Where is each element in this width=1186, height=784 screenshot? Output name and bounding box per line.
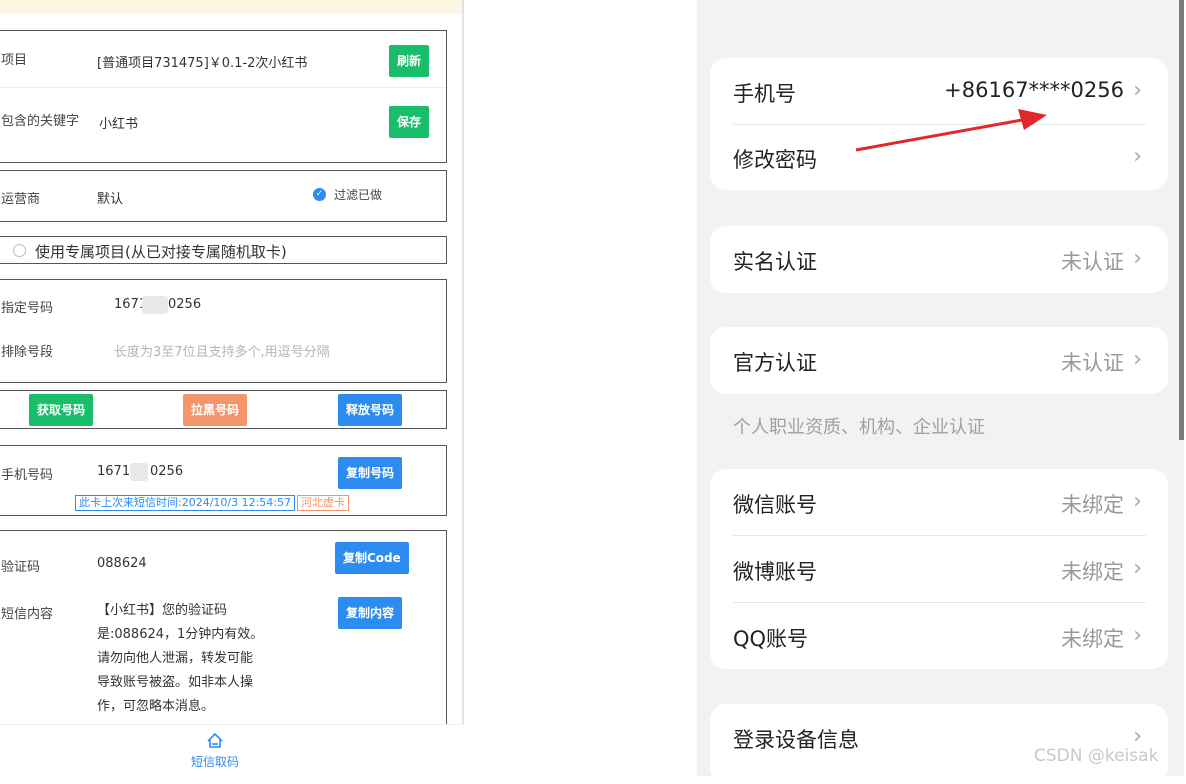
bottom-nav-label: 短信取码 — [190, 755, 239, 769]
official-note: 个人职业资质、机构、企业认证 — [733, 417, 985, 438]
specify-value-suffix[interactable]: 0256 — [168, 297, 201, 312]
official-row[interactable]: 官方认证 未认证 › — [710, 327, 1168, 394]
watermark: CSDN @keisak — [1034, 746, 1159, 766]
sms-line: 导致账号被盗。如非本人操 — [97, 675, 254, 690]
weibo-label: 微博账号 — [733, 560, 817, 584]
device-label: 登录设备信息 — [733, 728, 859, 752]
exclusive-section: 使用专属项目(从已对接专属随机取卡) — [0, 236, 447, 264]
keyword-input[interactable]: 小红书 — [99, 113, 138, 132]
wechat-row[interactable]: 微信账号 未绑定 › — [710, 469, 1168, 536]
filter-label: 过滤已做 — [334, 188, 383, 202]
phone-value-prefix: 1671 — [97, 464, 131, 479]
sms-line: 是:088624，1分钟内有效。 — [97, 627, 264, 642]
code-label: 验证码 — [1, 560, 41, 575]
account-card: 手机号 +86167****0256 › 修改密码 › — [710, 58, 1168, 190]
carrier-select[interactable]: 默认 — [97, 188, 123, 207]
phone-label: 手机号码 — [1, 468, 54, 483]
redaction-mask — [130, 463, 148, 481]
sms-label: 短信内容 — [1, 607, 54, 622]
qq-row[interactable]: QQ账号 未绑定 › — [710, 603, 1168, 670]
bottom-nav-item-sms[interactable]: 短信取码 — [185, 731, 245, 775]
project-value: [普通项目731475]￥0.1-2次小红书 — [97, 56, 308, 71]
home-icon — [207, 732, 223, 748]
redaction-mask — [142, 296, 168, 314]
release-number-button[interactable]: 释放号码 — [338, 394, 403, 426]
device-card: 登录设备信息 › — [710, 704, 1168, 784]
sms-code-panel: 项目 [普通项目731475]￥0.1-2次小红书 刷新 包含的关键字 小红书 … — [0, 0, 464, 777]
official-card: 官方认证 未认证 › — [710, 327, 1168, 394]
keyword-label: 包含的关键字 — [1, 114, 80, 129]
exclusive-label: 使用专属项目(从已对接专属随机取卡) — [35, 243, 287, 261]
phone-number-row[interactable]: 手机号 +86167****0256 › — [710, 58, 1168, 125]
action-section: 获取号码 拉黑号码 释放号码 — [0, 390, 447, 429]
qq-label: QQ账号 — [733, 627, 809, 651]
exclusive-radio[interactable] — [13, 244, 26, 257]
wechat-status: 未绑定 — [1061, 493, 1124, 517]
save-button[interactable]: 保存 — [389, 106, 430, 138]
realname-label: 实名认证 — [733, 250, 817, 274]
carrier-section: 运营商 默认 ✓ 过滤已做 — [0, 170, 447, 222]
wechat-label: 微信账号 — [733, 493, 817, 517]
weibo-row[interactable]: 微博账号 未绑定 › — [710, 536, 1168, 603]
chevron-right-icon: › — [1133, 78, 1142, 103]
weibo-status: 未绑定 — [1061, 560, 1124, 584]
account-settings-screen: 手机号 +86167****0256 › 修改密码 › 实名认证 未认证 › 官… — [697, 0, 1184, 784]
official-status: 未认证 — [1061, 351, 1124, 375]
carrier-label: 运营商 — [1, 192, 41, 207]
realname-card: 实名认证 未认证 › — [710, 226, 1168, 293]
filter-checkbox-icon[interactable]: ✓ — [313, 188, 326, 201]
last-sms-time-tag: 此卡上次来短信时间:2024/10/3 12:54:57 — [75, 495, 296, 511]
sms-line: 作，可忽略本消息。 — [97, 699, 215, 714]
blacklist-number-button[interactable]: 拉黑号码 — [183, 394, 248, 426]
copy-content-button[interactable]: 复制内容 — [338, 597, 403, 629]
exclude-input[interactable]: 长度为3至7位且支持多个,用逗号分隔 — [114, 341, 330, 360]
code-value: 088624 — [97, 556, 147, 571]
change-password-row[interactable]: 修改密码 › — [710, 124, 1168, 191]
phone-section: 手机号码 1671 0256 复制号码 此卡上次来短信时间:2024/10/3 … — [0, 445, 447, 516]
chevron-right-icon: › — [1133, 556, 1142, 581]
official-label: 官方认证 — [733, 351, 817, 375]
chevron-right-icon: › — [1133, 246, 1142, 271]
bindings-card: 微信账号 未绑定 › 微博账号 未绑定 › QQ账号 未绑定 › — [710, 469, 1168, 669]
copy-code-button[interactable]: 复制Code — [335, 542, 409, 574]
project-section: 项目 [普通项目731475]￥0.1-2次小红书 刷新 包含的关键字 小红书 … — [0, 30, 447, 163]
get-number-button[interactable]: 获取号码 — [29, 394, 94, 426]
region-tag: 河北虚卡 — [297, 495, 349, 511]
realname-status: 未认证 — [1061, 250, 1124, 274]
chevron-right-icon: › — [1133, 489, 1142, 514]
chevron-right-icon: › — [1133, 144, 1142, 169]
exclude-label: 排除号段 — [1, 345, 54, 360]
number-filter-section: 指定号码 1671 0256 排除号段 长度为3至7位且支持多个,用逗号分隔 — [0, 279, 447, 383]
chevron-right-icon: › — [1133, 347, 1142, 372]
chevron-right-icon: › — [1133, 623, 1142, 648]
specify-label: 指定号码 — [1, 301, 54, 316]
phone-value-suffix: 0256 — [150, 464, 184, 479]
realname-row[interactable]: 实名认证 未认证 › — [710, 226, 1168, 293]
copy-number-button[interactable]: 复制号码 — [338, 457, 403, 489]
notice-banner — [0, 0, 464, 14]
change-password-label: 修改密码 — [733, 148, 817, 172]
phone-number-label: 手机号 — [733, 82, 796, 106]
refresh-button[interactable]: 刷新 — [389, 45, 430, 77]
phone-number-value: +86167****0256 — [944, 78, 1124, 102]
sms-section: 验证码 088624 复制Code 短信内容 复制内容 【小红书】您的验证码 是… — [0, 530, 447, 730]
project-label: 项目 — [1, 53, 28, 68]
bottom-nav: 短信取码 — [0, 724, 464, 777]
sms-line: 【小红书】您的验证码 — [97, 603, 228, 618]
qq-status: 未绑定 — [1061, 627, 1124, 651]
sms-line: 请勿向他人泄漏，转发可能 — [97, 651, 254, 666]
